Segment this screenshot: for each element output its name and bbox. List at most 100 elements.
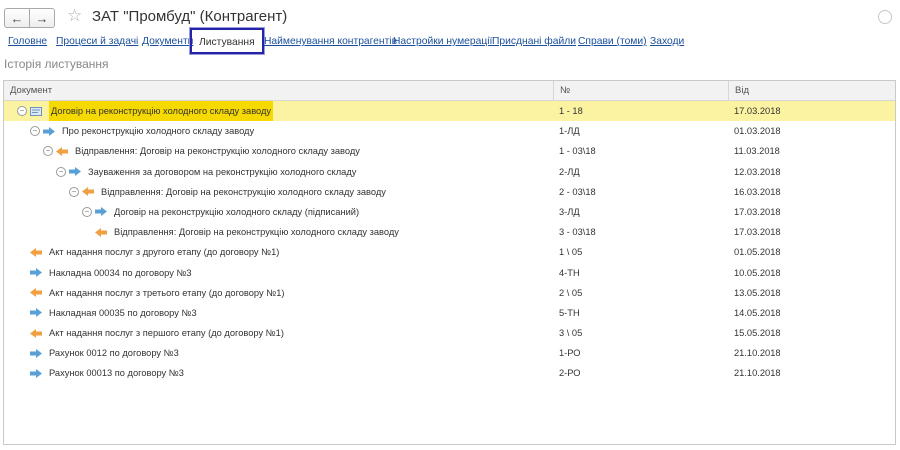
column-header-number[interactable]: № [553,81,728,100]
document-title: Акт надання послуг з другого етапу (до д… [49,247,280,258]
cell-date: 17.03.2018 [734,227,781,238]
cell-date: 10.05.2018 [734,267,781,278]
document-title: Відправлення: Договір на реконструкцію х… [101,186,386,197]
document-title: Накладная 00035 по договору №3 [49,307,197,318]
collapse-toggle-icon[interactable]: − [82,206,92,217]
cell-date: 21.10.2018 [734,348,781,359]
cell-date: 15.05.2018 [734,328,781,339]
collapse-toggle-icon[interactable]: − [17,106,27,116]
cell-document: Акт надання послуг з другого етапу (до д… [4,242,553,262]
cell-number: 1-РО [559,348,581,359]
table-row[interactable]: Рахунок 0012 по договору №3 1-РО 21.10.201… [4,343,895,363]
tab-counterparty-names[interactable]: Найменування контрагентів [264,36,397,48]
back-button[interactable]: ← [5,9,29,27]
cell-date: 13.05.2018 [734,287,781,298]
arrow-right-icon: → [35,10,49,26]
collapse-toggle-icon[interactable]: − [69,186,79,197]
table-row[interactable]: − Договір на реконструкцію холодного скла… [4,101,895,122]
incoming-arrow-icon [30,348,42,358]
cell-number: 1 - 18 [559,106,583,116]
table-row[interactable]: − Про реконструкцію холодного складу заво… [4,121,895,141]
incoming-arrow-icon [30,368,42,378]
cell-number: 3-ЛД [559,206,580,217]
star-icon[interactable]: ☆ [67,6,82,26]
cell-date: 17.03.2018 [734,206,781,217]
document-title: Договір на реконструкцію холодного склад… [114,206,360,217]
tab-cases-volumes[interactable]: Справи (томи) [578,36,647,48]
navigation-buttons: ← → [4,8,55,28]
cell-document: − Зауваження за договором на реконструкці… [4,162,553,182]
cell-document: − Договір на реконструкцію холодного скла… [4,202,553,222]
cell-document: − Відправлення: Договір на реконструкцію … [4,141,553,161]
cell-number: 2 - 03\18 [559,186,596,197]
incoming-arrow-icon [30,308,42,318]
cell-number: 4-ТН [559,267,580,278]
table-row[interactable]: − Відправлення: Договір на реконструкцію … [4,141,895,161]
forward-button[interactable]: → [29,9,54,27]
cell-document: Рахунок 00013 по договору №3 [4,363,553,383]
outgoing-arrow-icon [82,187,94,197]
cell-number: 1-ЛД [559,126,580,137]
cell-document: Рахунок 0012 по договору №3 [4,343,553,363]
document-title: Про реконструкцію холодного складу завод… [62,126,255,137]
cell-date: 17.03.2018 [734,106,781,116]
incoming-arrow-icon [30,268,42,277]
table-row[interactable]: − Відправлення: Договір на реконструкцію … [4,182,895,202]
table-row[interactable]: Акт надання послуг з першого етапу (до д… [4,323,895,343]
column-header-date[interactable]: Від [728,81,895,100]
table-row[interactable]: − Зауваження за договором на реконструкці… [4,162,895,182]
document-title: Відправлення: Договір на реконструкцію х… [75,146,360,157]
cell-date: 01.03.2018 [734,126,781,137]
table-row[interactable]: Акт надання послуг з другого етапу (до д… [4,242,895,262]
cell-number: 2-ЛД [559,166,580,177]
window-menu-icon[interactable] [878,10,892,24]
document-title: Відправлення: Договір на реконструкцію х… [114,227,399,238]
cell-document: Відправлення: Договір на реконструкцію х… [4,222,553,242]
document-title: Акт надання послуг з першого етапу (до д… [49,328,284,339]
collapse-toggle-icon[interactable]: − [56,166,66,177]
column-header-document[interactable]: Документ [4,81,553,100]
cell-document: Акт надання послуг з першого етапу (до д… [4,323,553,343]
table-row[interactable]: Рахунок 00013 по договору №3 2-РО 21.10.20… [4,363,895,383]
outgoing-arrow-icon [56,146,68,156]
tab-correspondence[interactable]: Листування [190,28,264,54]
correspondence-table: Документ № Від − Договір на реконструкцію… [3,80,896,445]
incoming-arrow-icon [69,167,81,177]
tab-processes-tasks[interactable]: Процеси й задачі [56,36,138,48]
cell-number: 3 \ 05 [559,328,583,339]
window-title: ЗАТ "Промбуд" (Контрагент) [92,8,288,25]
tab-attached-files[interactable]: Присднані файли [492,36,576,48]
tab-documents[interactable]: Документи [142,36,193,48]
cell-number: 2 \ 05 [559,287,583,298]
incoming-arrow-icon [43,126,55,136]
cell-document: − Про реконструкцію холодного складу заво… [4,121,553,141]
outgoing-arrow-icon [30,328,42,338]
cell-number: 2-РО [559,368,581,379]
document-icon [30,106,42,116]
cell-date: 12.03.2018 [734,166,781,177]
cell-number: 5-ТН [559,307,580,318]
collapse-toggle-icon[interactable]: − [30,126,40,137]
tab-events[interactable]: Заходи [650,36,684,48]
tab-numbering-settings[interactable]: Настройки нумерації [393,36,492,48]
outgoing-arrow-icon [30,247,42,257]
table-row[interactable]: Акт надання послуг з третього етапу (до … [4,283,895,303]
incoming-arrow-icon [95,207,107,217]
table-header: Документ № Від [4,81,895,101]
document-title: Накладна 00034 по договору №3 [49,267,192,278]
document-title: Зауваження за договором на реконструкцію… [88,166,357,177]
collapse-toggle-icon[interactable]: − [43,146,53,157]
cell-number: 3 - 03\18 [559,227,596,238]
table-row[interactable]: − Договір на реконструкцію холодного скла… [4,202,895,222]
cell-date: 01.05.2018 [734,247,781,258]
document-title: Договір на реконструкцію холодного склад… [49,101,274,121]
outgoing-arrow-icon [30,288,42,298]
table-row[interactable]: Накладная 00035 по договору №3 5-ТН 14.05.… [4,303,895,323]
tab-main[interactable]: Головне [8,36,47,48]
section-title: Історія листування [4,57,109,71]
cell-date: 14.05.2018 [734,307,781,318]
table-row[interactable]: Відправлення: Договір на реконструкцію х… [4,222,895,242]
table-row[interactable]: Накладна 00034 по договору №3 4-ТН 10.05.2… [4,263,895,283]
document-title: Рахунок 0012 по договору №3 [49,348,179,359]
cell-document: Накладна 00034 по договору №3 [4,263,553,283]
